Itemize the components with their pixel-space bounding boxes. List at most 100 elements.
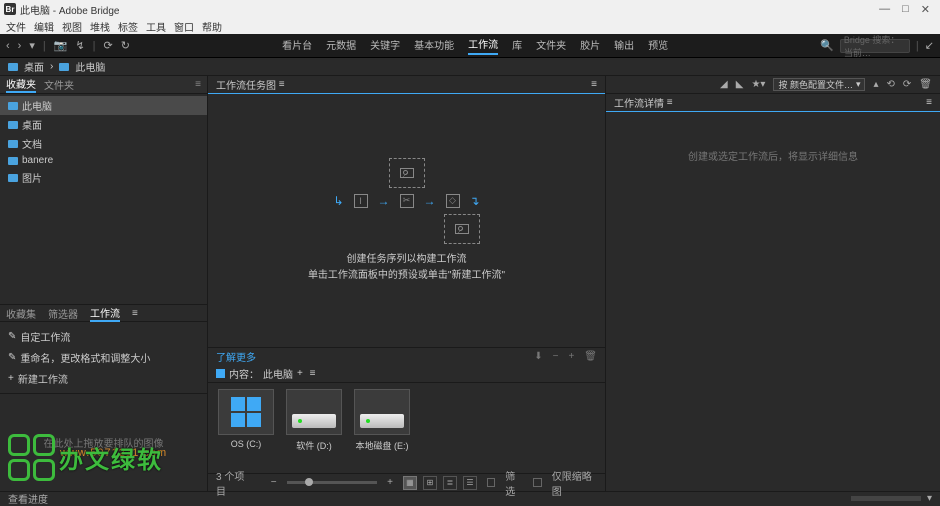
up-button[interactable]: ▾ <box>29 39 35 52</box>
filter-label[interactable]: 筛选 <box>505 468 523 498</box>
thumb-only-label[interactable]: 仅限缩略图 <box>552 468 597 498</box>
grid-view-button[interactable]: ▦ <box>403 476 417 490</box>
content-body: OS (C:) 软件 (D:) 本地磁盘 (E:) <box>208 383 605 473</box>
crop-icon: ✂ <box>400 194 414 208</box>
panel-menu-icon[interactable]: ≡ <box>195 79 201 90</box>
content-title[interactable]: 此电脑 <box>263 366 293 381</box>
status-label[interactable]: 查看进度 <box>8 491 48 506</box>
chevron-down-icon[interactable]: ▾ <box>927 493 932 504</box>
menu-view[interactable]: 视图 <box>62 19 82 34</box>
favorites-tree: 此电脑 桌面 文档 banere 图片 <box>0 94 207 304</box>
drive-item[interactable]: OS (C:) <box>216 389 276 449</box>
sort-asc-icon[interactable]: ◢ <box>720 79 728 90</box>
menu-file[interactable]: 文件 <box>6 19 26 34</box>
forward-button[interactable]: › <box>18 40 22 52</box>
minimize-button[interactable]: — <box>879 3 890 16</box>
tag-icon: ◇ <box>446 194 460 208</box>
tab-collections[interactable]: 收藏集 <box>6 306 36 321</box>
tab-lighttable[interactable]: 看片台 <box>282 37 312 54</box>
compact-mode-icon[interactable]: ↙ <box>925 39 934 52</box>
drive-item[interactable]: 本地磁盘 (E:) <box>352 389 412 452</box>
tab-essentials[interactable]: 基本功能 <box>414 37 454 54</box>
thumb-only-checkbox[interactable] <box>533 478 541 487</box>
zoom-out-button[interactable]: − <box>271 477 277 488</box>
sort-desc-icon[interactable]: ◣ <box>736 79 744 90</box>
tree-item-desktop[interactable]: 桌面 <box>0 115 207 134</box>
rotate-ccw-icon[interactable]: ⟲ <box>887 79 895 90</box>
learn-more-link[interactable]: 了解更多 <box>216 349 256 364</box>
menu-help[interactable]: 帮助 <box>202 19 222 34</box>
tab-workflow[interactable]: 工作流 <box>468 36 498 55</box>
crumb-desktop[interactable]: 桌面 <box>24 59 44 74</box>
crumb-thispc[interactable]: 此电脑 <box>75 59 105 74</box>
sort-direction-icon[interactable]: ▴ <box>873 79 878 90</box>
thumb-size-slider[interactable] <box>287 481 378 484</box>
plus-icon[interactable]: + <box>568 351 574 362</box>
select-all-checkbox[interactable] <box>216 369 225 378</box>
drive-item[interactable]: 软件 (D:) <box>284 389 344 452</box>
watermark-url: www.5071211.com <box>60 447 167 459</box>
plus-icon[interactable]: + <box>297 368 303 379</box>
list-view-button[interactable]: ☰ <box>463 476 477 490</box>
disk-icon <box>292 414 336 428</box>
tree-item-documents[interactable]: 文档 <box>0 134 207 153</box>
folder-icon <box>8 174 18 182</box>
menu-tools[interactable]: 工具 <box>146 19 166 34</box>
workspace-tabs: 看片台 元数据 关键字 基本功能 工作流 库 文件夹 胶片 输出 预览 <box>282 36 668 55</box>
image-placeholder-icon <box>389 158 425 188</box>
filter-checkbox[interactable] <box>487 478 495 487</box>
download-icon[interactable]: ⬇ <box>534 351 542 362</box>
disk-icon <box>360 414 404 428</box>
minus-icon[interactable]: − <box>553 351 559 362</box>
tab-folders-panel[interactable]: 文件夹 <box>44 77 74 92</box>
menu-window[interactable]: 窗口 <box>174 19 194 34</box>
search-icon[interactable]: 🔍 <box>820 39 834 52</box>
lock-grid-button[interactable]: ⊞ <box>423 476 437 490</box>
rotate-cw-icon[interactable]: ⟳ <box>903 79 911 90</box>
tab-output[interactable]: 输出 <box>614 37 634 54</box>
content-title-prefix: 内容： <box>229 366 259 381</box>
maximize-button[interactable]: □ <box>902 3 909 16</box>
open-recent-icon[interactable]: ↻ <box>121 39 130 52</box>
tab-filmstrip[interactable]: 胶片 <box>580 37 600 54</box>
workflow-item-custom[interactable]: ✎自定工作流 <box>0 326 207 347</box>
star-filter-icon[interactable]: ★▾ <box>751 79 765 90</box>
trash-icon[interactable]: 🗑 <box>584 351 597 362</box>
right-toolbar: ◢ ◣ ★▾ 按 颜色配置文件…▾ ▴ ⟲ ⟳ 🗑 <box>606 76 940 94</box>
close-button[interactable]: ✕ <box>921 3 930 16</box>
menu-label[interactable]: 标签 <box>118 19 138 34</box>
reveal-icon[interactable]: 📷 <box>54 39 68 52</box>
panel-menu-icon[interactable]: ≡ <box>132 308 138 319</box>
panel-menu-icon[interactable]: ≡ <box>926 97 932 108</box>
menu-edit[interactable]: 编辑 <box>34 19 54 34</box>
tab-favorites[interactable]: 收藏夹 <box>6 76 36 93</box>
tab-preview[interactable]: 预览 <box>648 37 668 54</box>
tree-item-banere[interactable]: banere <box>0 153 207 168</box>
detail-view-button[interactable]: ≣ <box>443 476 457 490</box>
tab-metadata[interactable]: 元数据 <box>326 37 356 54</box>
workflow-item-new[interactable]: +新建工作流 <box>0 368 207 389</box>
computer-icon <box>8 102 18 110</box>
tree-item-pictures[interactable]: 图片 <box>0 168 207 187</box>
tab-workflow-panel[interactable]: 工作流 <box>90 305 120 322</box>
search-input[interactable]: Bridge 搜索：当前… <box>840 39 910 53</box>
back-button[interactable]: ‹ <box>6 40 10 52</box>
refresh-icon[interactable]: ⟳ <box>104 39 113 52</box>
panel-menu-icon[interactable]: ≡ <box>591 79 597 90</box>
task-body: ↳ I → ✂ → ◇ ↴ 创建任务序列以构建工作流 单击工作流面板中的预设或单… <box>208 94 605 347</box>
sort-select[interactable]: 按 颜色配置文件…▾ <box>773 78 865 91</box>
zoom-in-button[interactable]: + <box>387 477 393 488</box>
workflow-item-rename[interactable]: ✎重命名，更改格式和调整大小 <box>0 347 207 368</box>
menu-stack[interactable]: 堆栈 <box>90 19 110 34</box>
tab-folders[interactable]: 文件夹 <box>536 37 566 54</box>
tab-filter[interactable]: 筛选器 <box>48 306 78 321</box>
title-bar: Br 此电脑 - Adobe Bridge — □ ✕ <box>0 0 940 18</box>
task-hint-line1: 创建任务序列以构建工作流 <box>308 252 505 268</box>
drive-thumb <box>286 389 342 435</box>
tree-item-thispc[interactable]: 此电脑 <box>0 96 207 115</box>
tab-library[interactable]: 库 <box>512 37 522 54</box>
boomerang-icon[interactable]: ↯ <box>75 39 84 52</box>
item-count: 3 个项目 <box>216 468 251 498</box>
trash-icon[interactable]: 🗑 <box>919 79 932 90</box>
tab-keywords[interactable]: 关键字 <box>370 37 400 54</box>
